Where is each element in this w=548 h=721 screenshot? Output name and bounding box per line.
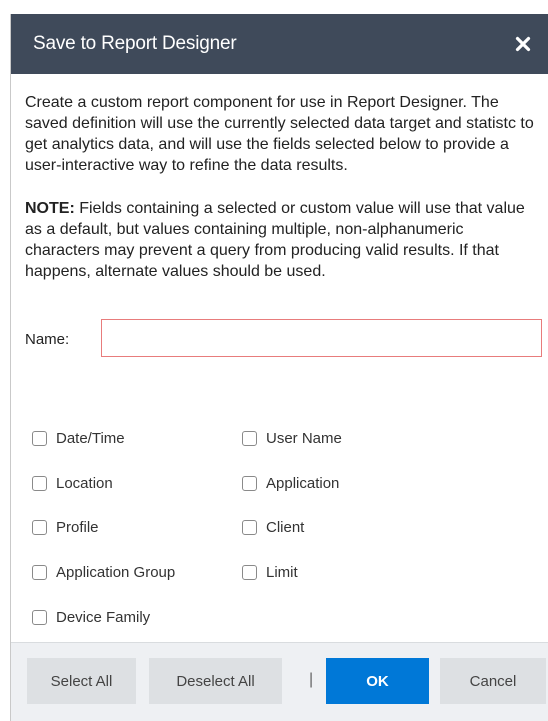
checkbox-box[interactable] (242, 520, 257, 535)
name-input[interactable] (101, 319, 542, 357)
checkbox-box[interactable] (242, 565, 257, 580)
checkbox-box[interactable] (32, 610, 47, 625)
name-label: Name: (25, 330, 70, 348)
name-row: Name: (25, 319, 547, 359)
checkbox-label: Application (266, 475, 340, 492)
checkbox-label: Location (56, 475, 113, 492)
checkbox-date-time[interactable]: Date/Time (32, 430, 125, 447)
checkbox-application-group[interactable]: Application Group (32, 564, 175, 581)
checkbox-label: User Name (266, 430, 342, 447)
checkbox-label: Date/Time (56, 430, 125, 447)
checkbox-box[interactable] (32, 520, 47, 535)
checkbox-profile[interactable]: Profile (32, 519, 99, 536)
cancel-button[interactable]: Cancel (440, 658, 546, 704)
dialog-body: Create a custom report component for use… (11, 74, 548, 304)
select-all-button[interactable]: Select All (27, 658, 136, 704)
checkbox-label: Client (266, 519, 305, 536)
dialog-titlebar: Save to Report Designer (11, 14, 548, 74)
note-label: NOTE: (25, 200, 75, 217)
checkbox-box[interactable] (32, 431, 47, 446)
note-text: NOTE: Fields containing a selected or cu… (25, 198, 537, 282)
checkbox-label: Profile (56, 519, 99, 536)
ok-button[interactable]: OK (326, 658, 429, 704)
checkbox-label: Device Family (56, 609, 151, 626)
checkbox-label: Application Group (56, 564, 176, 581)
checkbox-limit[interactable]: Limit (242, 564, 298, 581)
close-icon[interactable] (511, 32, 535, 56)
checkbox-user-name[interactable]: User Name (242, 430, 342, 447)
save-to-report-designer-dialog: Save to Report Designer Create a custom … (10, 14, 548, 721)
checkbox-device-family[interactable]: Device Family (32, 609, 150, 626)
note-body: Fields containing a selected or custom v… (25, 200, 525, 280)
dialog-title: Save to Report Designer (33, 33, 237, 54)
deselect-all-button[interactable]: Deselect All (149, 658, 282, 704)
checkbox-box[interactable] (242, 476, 257, 491)
checkbox-box[interactable] (242, 431, 257, 446)
description-text: Create a custom report component for use… (25, 94, 534, 174)
checkbox-location[interactable]: Location (32, 475, 113, 492)
dialog-footer: Select All Deselect All | OK Cancel (11, 642, 548, 721)
checkbox-application[interactable]: Application (242, 475, 339, 492)
checkbox-box[interactable] (32, 476, 47, 491)
checkbox-box[interactable] (32, 565, 47, 580)
checkbox-label: Limit (266, 564, 298, 581)
checkbox-client[interactable]: Client (242, 519, 304, 536)
button-separator: | (309, 671, 314, 688)
